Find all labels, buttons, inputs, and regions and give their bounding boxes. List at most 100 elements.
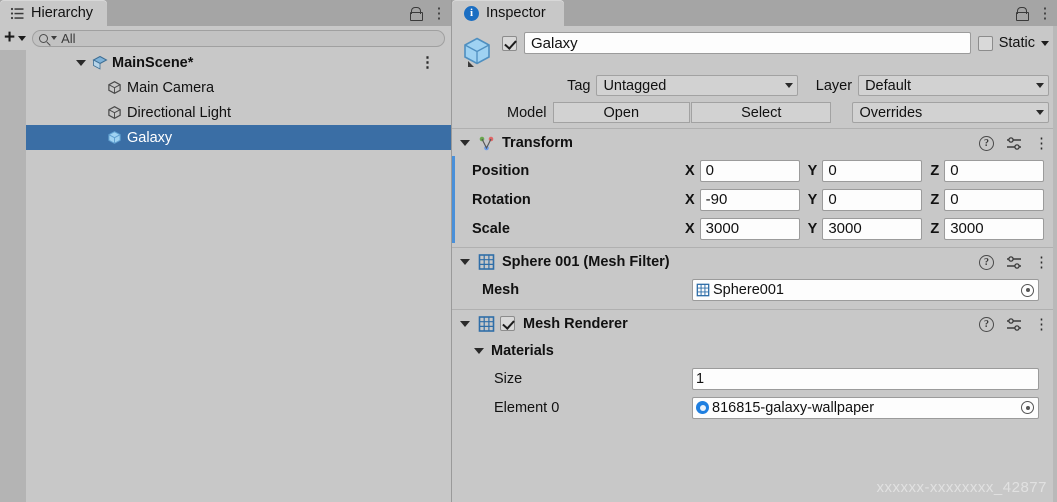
- transform-component-header[interactable]: Transform ? ⋮: [452, 128, 1057, 156]
- model-select-button[interactable]: Select: [691, 102, 832, 123]
- hierarchy-row-directional-light[interactable]: Directional Light: [26, 100, 451, 125]
- materials-label: Materials: [491, 342, 554, 359]
- search-filter-chevron-icon[interactable]: [51, 36, 58, 40]
- inspector-menu-kebab-icon[interactable]: ⋮: [1037, 3, 1053, 23]
- hierarchy-gutter: [0, 50, 26, 502]
- inspector-content: Galaxy Static Tag Untagged Layer Default…: [452, 26, 1057, 502]
- mesh-filter-header-actions: ? ⋮: [979, 248, 1049, 276]
- hierarchy-row-main-camera[interactable]: Main Camera: [26, 75, 451, 100]
- tab-hierarchy[interactable]: Hierarchy: [0, 0, 108, 26]
- size-label: Size: [494, 370, 523, 387]
- hierarchy-search-input[interactable]: All: [32, 29, 445, 47]
- scale-x-axis: X 3000: [685, 217, 800, 240]
- material-asset-icon: [696, 401, 709, 414]
- materials-foldout[interactable]: Materials: [452, 337, 1057, 364]
- object-picker-icon[interactable]: [1021, 401, 1034, 414]
- rotation-x-axis: X -90: [685, 188, 800, 211]
- static-flags-control[interactable]: Static: [977, 35, 1049, 51]
- position-z-field[interactable]: 0: [944, 159, 1045, 182]
- static-checkbox[interactable]: [977, 35, 993, 51]
- object-active-checkbox[interactable]: [502, 35, 517, 51]
- size-field[interactable]: 1: [692, 367, 1039, 390]
- tab-inspector[interactable]: i Inspector: [452, 0, 564, 26]
- axis-label-z: Z: [930, 220, 940, 237]
- mesh-renderer-enabled-checkbox[interactable]: [500, 316, 515, 331]
- transform-accent-bar: [452, 156, 455, 243]
- tag-label: Tag: [567, 77, 591, 94]
- rotation-z-field[interactable]: 0: [944, 188, 1045, 211]
- tab-inspector-label: Inspector: [486, 5, 546, 21]
- element0-object-field[interactable]: 816815-galaxy-wallpaper: [692, 396, 1039, 419]
- tab-hierarchy-label: Hierarchy: [31, 5, 94, 21]
- foldout-arrow-icon[interactable]: [460, 139, 470, 146]
- hierarchy-menu-kebab-icon[interactable]: ⋮: [431, 3, 447, 23]
- hierarchy-toolbar: + All: [0, 26, 451, 50]
- position-x-field[interactable]: 0: [699, 159, 800, 182]
- mesh-renderer-kebab-icon[interactable]: ⋮: [1034, 317, 1049, 332]
- add-gameobject-button[interactable]: +: [4, 28, 27, 47]
- axis-label-x: X: [685, 220, 695, 237]
- static-label: Static: [998, 35, 1035, 51]
- mesh-filter-header[interactable]: Sphere 001 (Mesh Filter) ? ⋮: [452, 247, 1057, 275]
- mesh-filter-component: Sphere 001 (Mesh Filter) ? ⋮ Mesh Sphere…: [452, 247, 1057, 305]
- hierarchy-row-label: Galaxy: [127, 129, 173, 146]
- tag-layer-row: Tag Untagged Layer Default: [452, 71, 1057, 98]
- transform-kebab-icon[interactable]: ⋮: [1034, 136, 1049, 151]
- hierarchy-rows: MainScene* ⋮ Main Camera Directional Lig…: [26, 50, 451, 502]
- mesh-renderer-header-actions: ? ⋮: [979, 310, 1049, 338]
- help-icon[interactable]: ?: [979, 135, 994, 151]
- element0-label: Element 0: [494, 399, 560, 416]
- gameobject-icon: [106, 80, 122, 96]
- inspector-scrollbar[interactable]: [1053, 26, 1057, 502]
- element0-value: 816815-galaxy-wallpaper: [712, 399, 875, 416]
- preset-icon[interactable]: [1006, 136, 1022, 151]
- lock-icon[interactable]: [1013, 3, 1029, 23]
- layer-dropdown[interactable]: Default: [858, 75, 1049, 96]
- axis-label-y: Y: [807, 162, 818, 179]
- mesh-value: Sphere001: [713, 282, 784, 298]
- scale-x-field[interactable]: 3000: [699, 217, 800, 240]
- hierarchy-row-mainscene[interactable]: MainScene* ⋮: [26, 50, 451, 75]
- help-icon[interactable]: ?: [979, 254, 994, 270]
- hierarchy-row-galaxy[interactable]: Galaxy: [26, 125, 451, 150]
- hierarchy-tree: MainScene* ⋮ Main Camera Directional Lig…: [0, 50, 451, 502]
- lock-icon[interactable]: [407, 3, 423, 23]
- mesh-renderer-header[interactable]: Mesh Renderer ? ⋮: [452, 309, 1057, 337]
- hierarchy-tabbar-actions: ⋮: [407, 0, 447, 26]
- model-open-button[interactable]: Open: [552, 102, 691, 123]
- transform-icon: [478, 135, 494, 151]
- rotation-x-field[interactable]: -90: [699, 188, 800, 211]
- position-z-axis: Z 0: [930, 159, 1045, 182]
- axis-label-y: Y: [807, 220, 818, 237]
- rotation-y-field[interactable]: 0: [822, 188, 923, 211]
- object-picker-icon[interactable]: [1021, 283, 1034, 297]
- tag-dropdown[interactable]: Untagged: [596, 75, 798, 96]
- transform-scale-row: Scale X 3000 Y 3000 Z 3000: [452, 214, 1057, 243]
- static-chevron-down-icon[interactable]: [1041, 40, 1049, 46]
- hierarchy-tabbar: Hierarchy ⋮: [0, 0, 451, 26]
- model-row: Model Open Select Overrides: [452, 98, 1057, 125]
- expand-arrow-icon[interactable]: [76, 60, 86, 66]
- preset-icon[interactable]: [1006, 317, 1022, 332]
- position-y-field[interactable]: 0: [822, 159, 923, 182]
- scene-row-kebab-icon[interactable]: ⋮: [420, 53, 435, 71]
- gameobject-icon: [106, 105, 122, 121]
- foldout-arrow-icon[interactable]: [460, 320, 470, 327]
- axis-label-y: Y: [807, 191, 818, 208]
- position-y-axis: Y 0: [807, 159, 923, 182]
- overrides-dropdown[interactable]: Overrides: [852, 102, 1049, 123]
- mesh-renderer-title: Mesh Renderer: [523, 315, 628, 332]
- object-name-field[interactable]: Galaxy: [524, 32, 971, 54]
- scale-z-field[interactable]: 3000: [944, 217, 1045, 240]
- unity-editor-window: Hierarchy ⋮ + All MainScene* ⋮ Main Came…: [0, 0, 1057, 502]
- chevron-down-icon: [18, 35, 27, 41]
- mesh-renderer-component: Mesh Renderer ? ⋮ Materials Size 1 Eleme…: [452, 309, 1057, 422]
- mesh-object-field[interactable]: Sphere001: [692, 279, 1039, 301]
- foldout-arrow-icon[interactable]: [474, 347, 484, 354]
- foldout-arrow-icon[interactable]: [460, 258, 470, 265]
- preset-icon[interactable]: [1006, 255, 1022, 270]
- help-icon[interactable]: ?: [979, 316, 994, 332]
- scale-y-field[interactable]: 3000: [822, 217, 923, 240]
- mesh-filter-kebab-icon[interactable]: ⋮: [1034, 255, 1049, 270]
- size-value: 1: [696, 370, 705, 387]
